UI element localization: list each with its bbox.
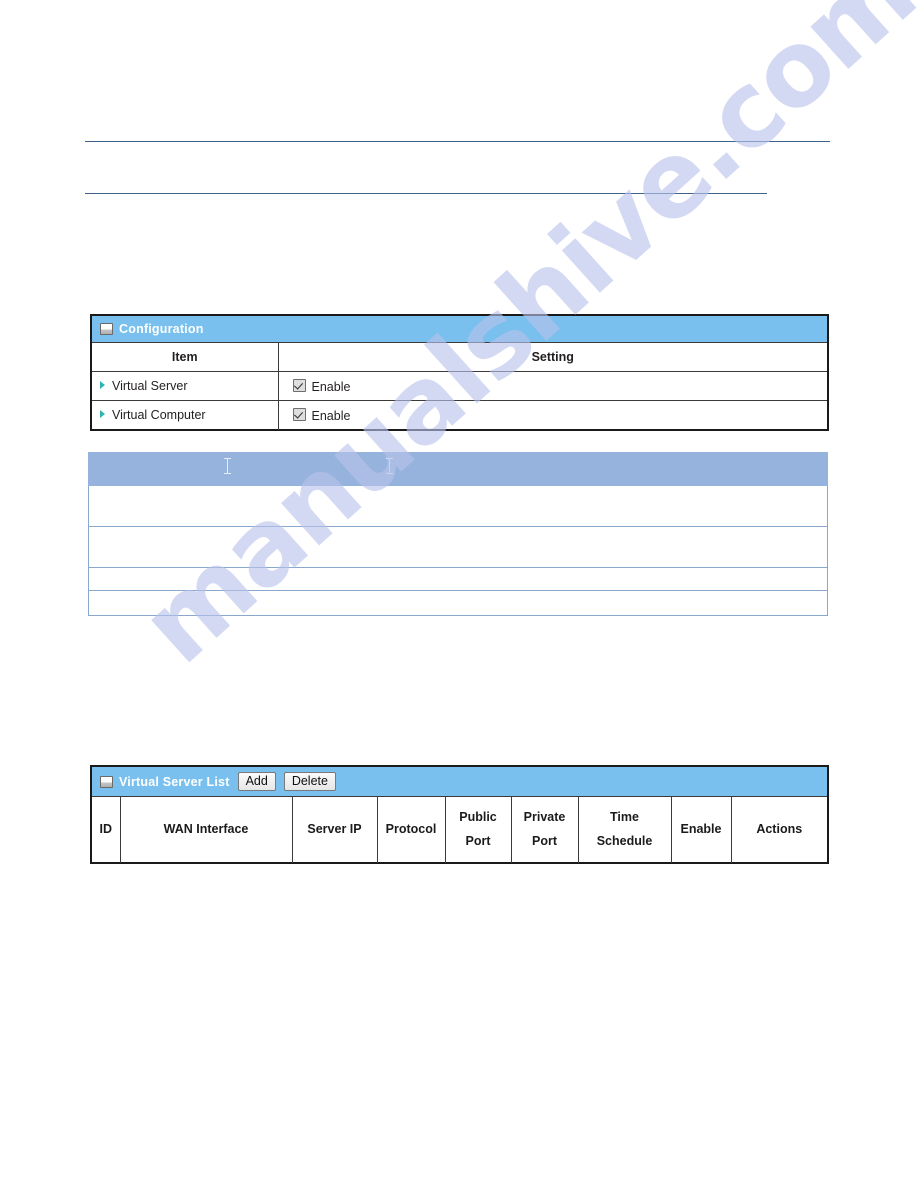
time-schedule-line1: Time: [610, 810, 639, 824]
virtual-server-enable-label: Enable: [311, 379, 351, 394]
ghost-marker-icon: [386, 458, 393, 474]
column-header-enable: Enable: [671, 796, 732, 863]
virtual-server-list-panel: Virtual Server List Add Delete ID WAN In…: [90, 765, 829, 864]
secondary-horizontal-rule: [85, 193, 767, 194]
virtual-computer-enable-label: Enable: [311, 408, 351, 423]
column-header-wan-interface: WAN Interface: [120, 796, 293, 863]
configuration-table: Item Setting Virtual Server Enable Virtu…: [92, 342, 827, 430]
public-port-line1: Public: [459, 810, 497, 824]
configuration-title-bar: Configuration: [92, 316, 827, 342]
row-label-text: Virtual Computer: [112, 408, 206, 423]
virtual-server-list-title-bar: Virtual Server List Add Delete: [92, 767, 827, 796]
column-header-server-ip: Server IP: [292, 796, 378, 863]
table-row: [88, 485, 828, 527]
virtual-server-enable-checkbox[interactable]: [292, 378, 306, 392]
column-header-id: ID: [92, 796, 121, 863]
column-header-setting: Setting: [278, 342, 827, 372]
blank-cell: [88, 590, 828, 616]
table-row: Virtual Computer Enable: [92, 400, 827, 430]
blank-table-header-cell: [88, 452, 828, 486]
table-row: [88, 526, 828, 568]
ghost-marker-icon: [224, 458, 231, 474]
row-label-text: Virtual Server: [112, 379, 188, 393]
blank-cell: [88, 526, 828, 568]
row-label-virtual-server: Virtual Server: [92, 371, 279, 401]
monitor-icon: [100, 323, 113, 335]
private-port-line1: Private: [523, 810, 566, 824]
column-header-time-schedule: Time Schedule: [578, 796, 672, 863]
table-row: [88, 567, 828, 591]
delete-button[interactable]: Delete: [283, 771, 336, 792]
virtual-computer-enable-checkbox[interactable]: [292, 407, 306, 421]
row-setting-virtual-server: Enable: [278, 371, 827, 401]
time-schedule-line2: Schedule: [596, 833, 653, 848]
triangle-right-icon: [100, 381, 105, 389]
column-header-public-port: Public Port: [445, 796, 512, 863]
blank-table: [88, 452, 828, 616]
row-label-virtual-computer: Virtual Computer: [92, 400, 279, 430]
add-button[interactable]: Add: [237, 771, 276, 792]
table-row: Virtual Server Enable: [92, 371, 827, 401]
column-header-item: Item: [92, 342, 279, 372]
configuration-title: Configuration: [119, 322, 204, 336]
public-port-line2: Port: [465, 833, 491, 848]
blank-table-grid: [88, 452, 828, 616]
virtual-server-list-header-row: ID WAN Interface Server IP Protocol Publ…: [92, 796, 827, 863]
private-port-line2: Port: [532, 833, 557, 848]
column-header-protocol: Protocol: [377, 796, 446, 863]
virtual-server-list-table: ID WAN Interface Server IP Protocol Publ…: [92, 796, 827, 863]
triangle-right-icon: [100, 410, 105, 419]
monitor-icon: [100, 775, 113, 788]
top-horizontal-rule: [85, 141, 830, 142]
row-setting-virtual-computer: Enable: [278, 400, 827, 430]
configuration-header-row: Item Setting: [92, 342, 827, 372]
table-row: [88, 590, 828, 616]
configuration-panel: Configuration Item Setting Virtual Serve…: [90, 314, 829, 431]
virtual-server-list-title: Virtual Server List: [119, 774, 230, 789]
blank-table-header-row: [88, 452, 828, 486]
column-header-private-port: Private Port: [511, 796, 579, 863]
blank-cell: [88, 485, 828, 527]
blank-cell: [88, 567, 828, 591]
column-header-actions: Actions: [731, 796, 827, 863]
